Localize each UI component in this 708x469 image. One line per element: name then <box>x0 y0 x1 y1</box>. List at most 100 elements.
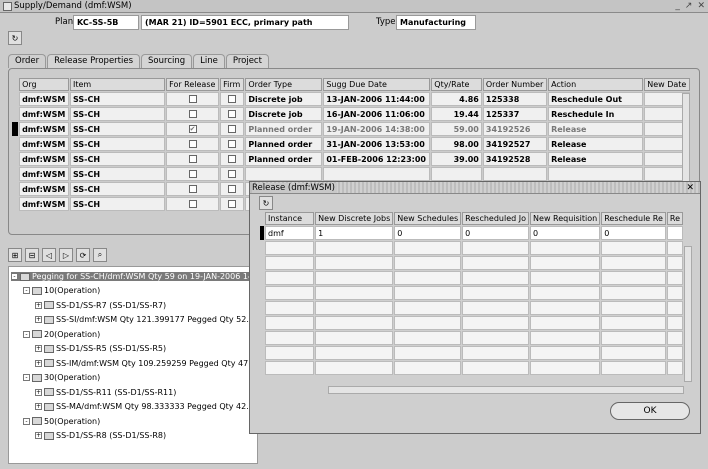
expand-node-icon[interactable]: + <box>35 316 42 323</box>
expand-node-icon[interactable]: + <box>35 301 42 309</box>
cell-item[interactable]: SS-CH <box>69 197 166 211</box>
tab-release-properties[interactable]: Release Properties <box>47 54 141 68</box>
checkbox[interactable]: ✔ <box>188 125 197 133</box>
tab-project[interactable]: Project <box>225 54 269 68</box>
checkbox[interactable] <box>228 170 237 178</box>
cell-item[interactable]: SS-CH <box>69 182 166 196</box>
cell-due[interactable]: 19-JAN-2006 14:38:00 <box>323 122 431 136</box>
checkbox[interactable] <box>228 155 237 163</box>
tree-left-icon[interactable]: ◁ <box>42 248 56 262</box>
tree-refresh-icon[interactable]: ⟳ <box>76 248 90 262</box>
table-row[interactable]: dmf:WSM SS-CH Planned order 01-FEB-2006 12:… <box>12 152 690 166</box>
cell-item[interactable]: SS-CH <box>69 107 166 121</box>
collapse-node-icon[interactable]: - <box>11 273 18 280</box>
dialog-cell[interactable] <box>666 346 683 360</box>
row-selector[interactable] <box>12 167 19 181</box>
dialog-column-header[interactable]: New Discrete Jobs <box>315 212 394 225</box>
row-selector[interactable] <box>260 286 264 300</box>
cell-action[interactable] <box>548 167 644 181</box>
dialog-cell[interactable] <box>315 301 394 315</box>
dialog-cell[interactable] <box>530 256 601 270</box>
dialog-cell[interactable] <box>265 256 315 270</box>
checkbox[interactable] <box>228 110 237 118</box>
tab-line[interactable]: Line <box>193 54 225 68</box>
tree-root-node[interactable]: - Pegging for SS-CH/dmf:WSM Qty 59 on 19… <box>11 272 257 281</box>
maximize-icon[interactable]: ↗ <box>685 1 693 11</box>
dialog-cell[interactable]: 0 <box>601 226 666 240</box>
cell-num[interactable]: 125337 <box>482 107 548 121</box>
dialog-cell[interactable] <box>601 301 666 315</box>
expand-node-icon[interactable]: + <box>35 345 42 352</box>
dialog-cell[interactable] <box>315 331 394 345</box>
dialog-cell[interactable] <box>601 346 666 360</box>
collapse-node-icon[interactable]: - <box>23 374 30 381</box>
for-release-checkbox[interactable] <box>166 152 220 166</box>
cell-num[interactable]: 34192527 <box>482 137 548 151</box>
for-release-checkbox[interactable]: ✔ <box>166 122 220 136</box>
checkbox[interactable] <box>228 200 237 208</box>
row-selector[interactable] <box>260 256 264 270</box>
cell-org[interactable]: dmf:WSM <box>19 167 69 181</box>
firm-checkbox[interactable] <box>220 167 245 181</box>
cell-org[interactable]: dmf:WSM <box>19 107 69 121</box>
dialog-cell[interactable] <box>601 286 666 300</box>
cell-qty[interactable]: 98.00 <box>431 137 482 151</box>
dialog-column-header[interactable]: New Schedules <box>394 212 462 225</box>
cell-due[interactable] <box>323 167 431 181</box>
checkbox[interactable] <box>188 185 197 193</box>
close-icon[interactable]: ✕ <box>697 1 705 11</box>
dialog-cell[interactable] <box>462 301 530 315</box>
cell-qty[interactable]: 4.86 <box>431 92 482 106</box>
dialog-cell[interactable] <box>394 316 462 330</box>
tree-item-node[interactable]: + SS-SI/dmf:WSM Qty 121.399177 Pegged Qty… <box>35 315 254 324</box>
dialog-cell[interactable] <box>601 271 666 285</box>
cell-item[interactable]: SS-CH <box>69 152 166 166</box>
dialog-cell[interactable] <box>666 301 683 315</box>
dialog-cell[interactable] <box>265 361 315 375</box>
cell-type[interactable]: Planned order <box>245 137 323 151</box>
cell-type[interactable] <box>245 167 323 181</box>
dialog-cell[interactable]: 1 <box>315 226 394 240</box>
dialog-cell[interactable] <box>601 361 666 375</box>
column-header[interactable]: Order Type <box>245 78 323 91</box>
dialog-cell[interactable] <box>601 316 666 330</box>
tree-item-node[interactable]: + SS-D1/SS-R5 (SS-D1/SS-R5) <box>35 344 166 353</box>
row-selector[interactable] <box>260 226 264 240</box>
checkbox[interactable] <box>188 95 197 103</box>
dialog-cell[interactable] <box>530 346 601 360</box>
cell-type[interactable]: Discrete job <box>245 107 323 121</box>
cell-due[interactable]: 16-JAN-2006 11:06:00 <box>323 107 431 121</box>
dialog-vscrollbar[interactable] <box>684 246 692 382</box>
dialog-row[interactable] <box>260 361 683 375</box>
row-selector[interactable] <box>260 301 264 315</box>
dialog-cell[interactable] <box>530 301 601 315</box>
dialog-cell[interactable] <box>265 301 315 315</box>
dialog-cell[interactable] <box>666 286 683 300</box>
dialog-cell[interactable] <box>315 346 394 360</box>
tree-find-icon[interactable]: ⌕ <box>93 248 107 262</box>
row-selector[interactable] <box>12 107 19 121</box>
dialog-cell[interactable] <box>530 361 601 375</box>
checkbox[interactable] <box>228 140 237 148</box>
cell-due[interactable]: 13-JAN-2006 11:44:00 <box>323 92 431 106</box>
for-release-checkbox[interactable] <box>166 182 220 196</box>
dialog-cell[interactable] <box>462 316 530 330</box>
row-selector[interactable] <box>260 316 264 330</box>
plan-description-field[interactable]: (MAR 21) ID=5901 ECC, primary path <box>141 15 349 30</box>
dialog-cell[interactable] <box>666 271 683 285</box>
refresh-button[interactable]: ↻ <box>8 31 22 45</box>
checkbox[interactable] <box>188 170 197 178</box>
cell-item[interactable]: SS-CH <box>69 137 166 151</box>
row-selector[interactable] <box>260 271 264 285</box>
dialog-row[interactable] <box>260 256 683 270</box>
dialog-cell[interactable] <box>315 316 394 330</box>
tree-operation-node[interactable]: - 10(Operation) <box>23 286 100 295</box>
dialog-cell[interactable] <box>394 256 462 270</box>
row-selector[interactable] <box>260 331 264 345</box>
cell-qty[interactable]: 39.00 <box>431 152 482 166</box>
cell-qty[interactable] <box>431 167 482 181</box>
row-selector[interactable] <box>260 346 264 360</box>
firm-checkbox[interactable] <box>220 137 245 151</box>
collapse-node-icon[interactable]: - <box>23 417 30 425</box>
dialog-cell[interactable] <box>265 286 315 300</box>
